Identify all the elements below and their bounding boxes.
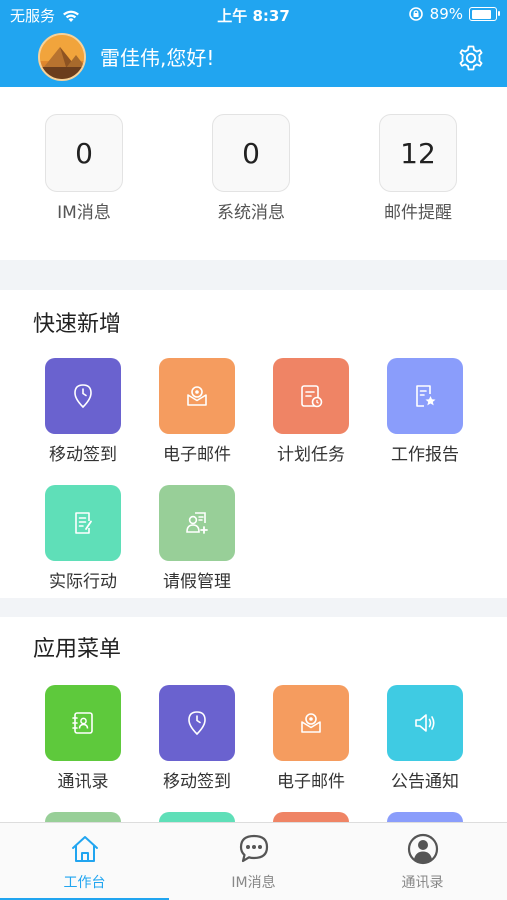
tile-label: 移动签到 bbox=[163, 772, 231, 792]
quick-item-leave-management[interactable]: 请假管理 bbox=[147, 485, 247, 592]
stat-mail-reminders[interactable]: 12 邮件提醒 bbox=[378, 114, 458, 223]
stat-value: 12 bbox=[379, 114, 457, 192]
menu-item-mobile-checkin[interactable]: 移动签到 bbox=[147, 685, 247, 792]
tile bbox=[159, 358, 235, 434]
tile-label: 移动签到 bbox=[49, 445, 117, 465]
task-plan-icon bbox=[301, 385, 323, 408]
clock-pin-icon bbox=[74, 384, 92, 409]
quick-item-mobile-checkin[interactable]: 移动签到 bbox=[33, 358, 133, 465]
tile-label: 计划任务 bbox=[277, 445, 345, 465]
tab-contacts[interactable]: 通讯录 bbox=[338, 823, 507, 900]
pyramid-photo-icon bbox=[40, 35, 84, 79]
tile-label: 电子邮件 bbox=[277, 772, 345, 792]
tab-workbench[interactable]: 工作台 bbox=[0, 823, 169, 900]
section-title: 快速新增 bbox=[33, 312, 122, 337]
quick-item-plan-task[interactable]: 计划任务 bbox=[261, 358, 361, 465]
tile-label: 通讯录 bbox=[57, 772, 109, 792]
clock-pin-icon bbox=[188, 711, 206, 736]
person-icon bbox=[407, 833, 438, 865]
stat-label: 系统消息 bbox=[217, 203, 285, 223]
tile bbox=[45, 685, 121, 761]
tab-label: IM消息 bbox=[231, 875, 276, 891]
quick-item-email[interactable]: 电子邮件 bbox=[147, 358, 247, 465]
battery-percent: 89% bbox=[429, 5, 463, 23]
chat-icon bbox=[239, 834, 268, 863]
speaker-icon bbox=[415, 714, 435, 732]
quick-item-actual-action[interactable]: 实际行动 bbox=[33, 485, 133, 592]
stats-panel: 0 IM消息 0 系统消息 12 邮件提醒 bbox=[0, 87, 507, 260]
status-right: 89% bbox=[408, 5, 500, 23]
tile bbox=[159, 485, 235, 561]
home-icon bbox=[71, 836, 98, 862]
tile bbox=[387, 358, 463, 434]
tile-label: 电子邮件 bbox=[163, 445, 231, 465]
tile-label: 工作报告 bbox=[391, 445, 459, 465]
leave-user-icon bbox=[186, 512, 208, 534]
stat-system-messages[interactable]: 0 系统消息 bbox=[211, 114, 291, 223]
tile bbox=[273, 685, 349, 761]
orientation-lock-icon bbox=[408, 7, 423, 21]
greeting-text: 雷佳伟,您好! bbox=[100, 46, 215, 70]
contacts-icon bbox=[72, 712, 93, 734]
menu-item-announcement[interactable]: 公告通知 bbox=[375, 685, 475, 792]
edit-doc-icon bbox=[75, 512, 92, 534]
stat-im-messages[interactable]: 0 IM消息 bbox=[44, 114, 124, 223]
stat-value: 0 bbox=[45, 114, 123, 192]
stat-label: 邮件提醒 bbox=[384, 203, 452, 223]
tile-label: 请假管理 bbox=[163, 572, 231, 592]
mail-icon bbox=[187, 386, 207, 406]
menu-tile-partial[interactable] bbox=[45, 812, 121, 822]
mail-icon bbox=[301, 713, 321, 733]
stat-label: IM消息 bbox=[57, 203, 111, 223]
tile-label: 公告通知 bbox=[391, 772, 459, 792]
avatar[interactable] bbox=[38, 33, 86, 81]
quick-add-section: 快速新增 移动签到 电子邮件 计划任务 工作报告 实际行动 请假管理 bbox=[0, 290, 507, 598]
tab-label: 通讯录 bbox=[401, 875, 444, 891]
tab-im-messages[interactable]: IM消息 bbox=[169, 823, 338, 900]
menu-item-email[interactable]: 电子邮件 bbox=[261, 685, 361, 792]
menu-tile-partial[interactable] bbox=[273, 812, 349, 822]
stat-value: 0 bbox=[212, 114, 290, 192]
app-menu-section: 应用菜单 通讯录 移动签到 电子邮件 公告通知 bbox=[0, 617, 507, 822]
status-bar: 无服务 上午 8:37 89% bbox=[0, 0, 507, 30]
tile bbox=[273, 358, 349, 434]
tile bbox=[387, 685, 463, 761]
quick-item-work-report[interactable]: 工作报告 bbox=[375, 358, 475, 465]
gear-icon[interactable] bbox=[457, 44, 485, 72]
menu-item-contacts[interactable]: 通讯录 bbox=[33, 685, 133, 792]
tab-label: 工作台 bbox=[63, 875, 106, 891]
tile-label: 实际行动 bbox=[49, 572, 117, 592]
bottom-tab-bar: 工作台 IM消息 通讯录 bbox=[0, 822, 507, 900]
menu-tile-partial[interactable] bbox=[159, 812, 235, 822]
tile bbox=[159, 685, 235, 761]
app-header: 雷佳伟,您好! bbox=[0, 30, 507, 87]
section-title: 应用菜单 bbox=[33, 637, 122, 662]
battery-icon bbox=[469, 7, 500, 21]
tile bbox=[45, 358, 121, 434]
menu-tile-partial[interactable] bbox=[387, 812, 463, 822]
tile bbox=[45, 485, 121, 561]
report-star-icon bbox=[416, 385, 436, 407]
